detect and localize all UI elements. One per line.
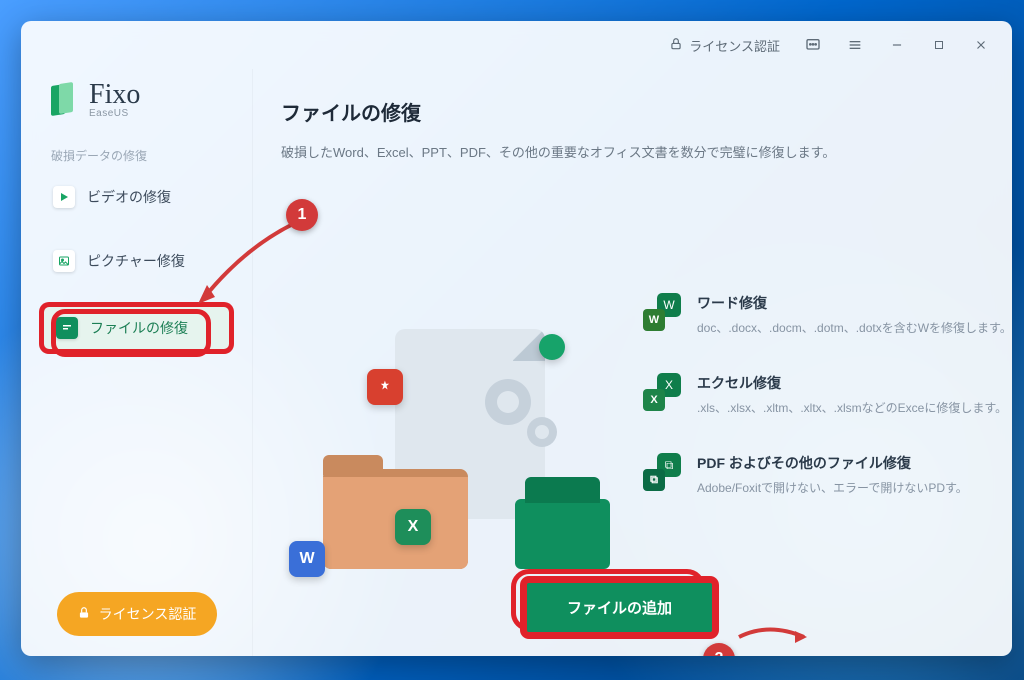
feature-list: WW ワード修復 doc、.docx、.docm、.dotm、.dotxを含むW… xyxy=(643,293,1012,497)
brand-sub: EaseUS xyxy=(89,109,140,119)
sidebar: Fixo EaseUS 破損データの修復 ビデオの修復 ピクチャー修復 xyxy=(21,69,253,656)
dot-chip-icon xyxy=(539,334,565,360)
feature-desc: Adobe/Foxitで開けない、エラーで開けないPDす。 xyxy=(697,479,968,497)
feature-title: エクセル修復 xyxy=(697,373,1007,393)
page-title: ファイルの修復 xyxy=(281,97,1012,126)
image-icon xyxy=(53,250,75,272)
feature-title: PDF およびその他のファイル修復 xyxy=(697,453,968,473)
minimize-button[interactable] xyxy=(880,30,914,60)
excel-chip-icon: X xyxy=(395,509,431,545)
sidebar-item-picture[interactable]: ピクチャー修復 xyxy=(41,240,232,282)
sidebar-item-label: ピクチャー修復 xyxy=(87,251,185,271)
titlebar: ライセンス認証 xyxy=(21,21,1012,69)
annotation-arrow-2 xyxy=(729,617,809,656)
sidebar-license-label: ライセンス認証 xyxy=(99,604,197,624)
annotation-callout-1: 1 xyxy=(286,199,318,231)
word-chip-icon: W xyxy=(289,541,325,577)
feature-pdf: ⧉⧉ PDF およびその他のファイル修復 Adobe/Foxitで開けない、エラ… xyxy=(643,453,1012,497)
brand: Fixo EaseUS xyxy=(41,81,232,119)
pdf-chip-icon xyxy=(367,369,403,405)
file-icon xyxy=(56,317,78,339)
feedback-button[interactable] xyxy=(796,30,830,60)
feature-excel: XX エクセル修復 .xls、.xlsx、.xltm、.xltx、.xlsmなど… xyxy=(643,373,1012,417)
lock-icon xyxy=(669,37,683,54)
feature-desc: doc、.docx、.docm、.dotm、.dotxを含むWを修復します。 xyxy=(697,319,1012,337)
brand-icon xyxy=(51,83,79,117)
sidebar-item-video[interactable]: ビデオの修復 xyxy=(41,176,232,218)
app-window: ライセンス認証 Fixo EaseUS 破損データの修復 xyxy=(21,21,1012,656)
close-button[interactable] xyxy=(964,30,998,60)
titlebar-license-label: ライセンス認証 xyxy=(689,36,780,55)
maximize-button[interactable] xyxy=(922,30,956,60)
lock-icon xyxy=(77,606,91,623)
sidebar-nav: ビデオの修復 ピクチャー修復 ファイルの修復 xyxy=(41,176,232,352)
sidebar-item-file[interactable]: ファイルの修復 xyxy=(41,304,232,352)
main-panel: ファイルの修復 破損したWord、Excel、PPT、PDF、その他の重要なオフ… xyxy=(253,69,1012,656)
feature-desc: .xls、.xlsx、.xltm、.xltx、.xlsmなどのExceに修復しま… xyxy=(697,399,1007,417)
sidebar-item-label: ファイルの修復 xyxy=(90,318,188,338)
titlebar-license-button[interactable]: ライセンス認証 xyxy=(661,32,788,59)
annotation-callout-2: 2 xyxy=(703,643,735,656)
menu-button[interactable] xyxy=(838,30,872,60)
word-icon: WW xyxy=(643,293,681,331)
feature-word: WW ワード修復 doc、.docx、.docm、.dotm、.dotxを含むW… xyxy=(643,293,1012,337)
brand-name: Fixo xyxy=(89,81,140,109)
feature-title: ワード修復 xyxy=(697,293,1012,313)
sidebar-license-button[interactable]: ライセンス認証 xyxy=(57,592,217,636)
sidebar-section-label: 破損データの修復 xyxy=(51,147,232,164)
sidebar-item-label: ビデオの修復 xyxy=(87,187,171,207)
illustration: X W xyxy=(275,309,635,599)
excel-icon: XX xyxy=(643,373,681,411)
play-icon xyxy=(53,186,75,208)
page-description: 破損したWord、Excel、PPT、PDF、その他の重要なオフィス文書を数分で… xyxy=(281,142,1012,161)
add-file-button[interactable]: ファイルの追加 xyxy=(523,579,716,636)
pdf-icon: ⧉⧉ xyxy=(643,453,681,491)
